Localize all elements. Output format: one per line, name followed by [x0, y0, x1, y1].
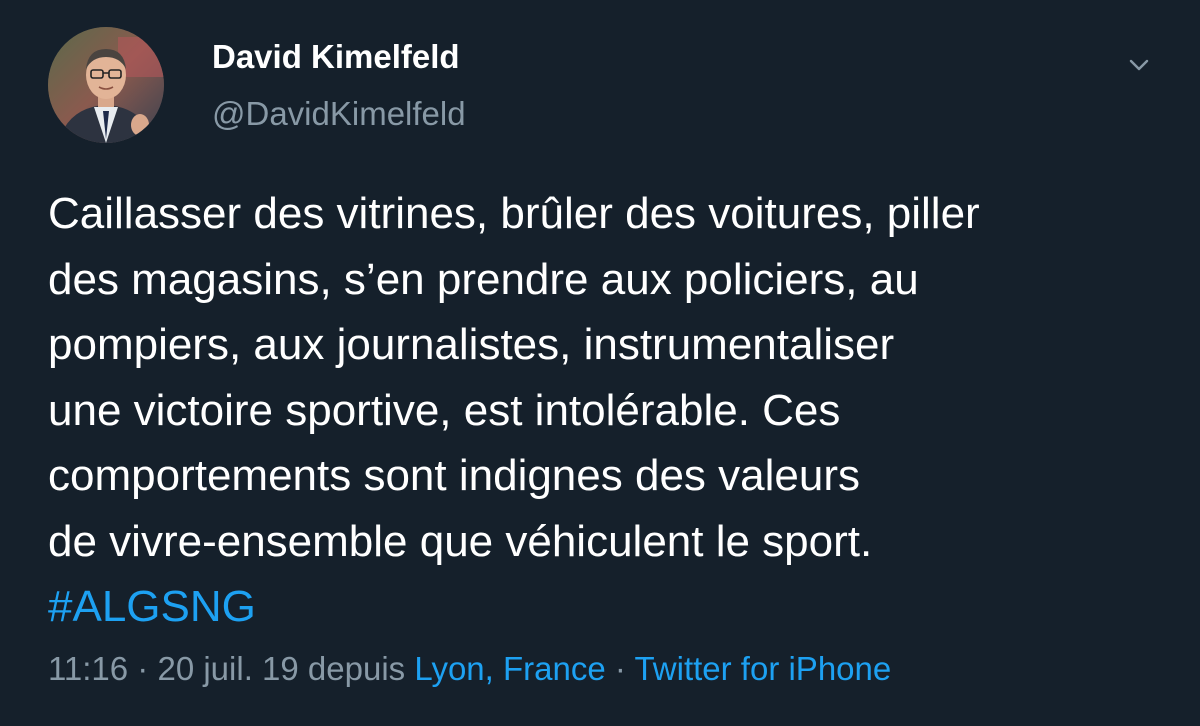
tweet-line: une victoire sportive, est intolérable. …	[48, 385, 841, 435]
tweet-line: comportements sont indignes des valeurs	[48, 451, 860, 500]
author-display-name[interactable]: David Kimelfeld	[212, 38, 460, 76]
depuis-label: depuis	[298, 650, 415, 687]
tweet-date[interactable]: 20 juil. 19	[157, 650, 298, 687]
tweet-line: des magasins, s’en prendre aux policiers…	[48, 254, 919, 304]
tweet-time: 11:16	[48, 650, 129, 687]
tweet-line: de vivre-ensemble que véhiculent le spor…	[48, 516, 873, 566]
source-link[interactable]: Twitter for iPhone	[634, 650, 891, 687]
tweet-meta: 11:16 · 20 juil. 19 depuis Lyon, France …	[48, 650, 891, 688]
tweet-text: Caillasser des vitrines, brûler des voit…	[48, 181, 1178, 640]
location-link[interactable]: Lyon, France	[414, 650, 605, 687]
hashtag-link[interactable]: #ALGSNG	[48, 574, 1178, 640]
meta-separator: ·	[128, 650, 158, 687]
author-handle[interactable]: @DavidKimelfeld	[212, 95, 466, 133]
avatar-photo	[48, 27, 164, 143]
meta-separator: ·	[605, 650, 635, 687]
chevron-down-icon[interactable]	[1124, 50, 1154, 80]
avatar[interactable]	[48, 27, 164, 143]
tweet-line: pompiers, aux journalistes, instrumental…	[48, 320, 895, 369]
tweet-line: Caillasser des vitrines, brûler des voit…	[48, 189, 980, 238]
